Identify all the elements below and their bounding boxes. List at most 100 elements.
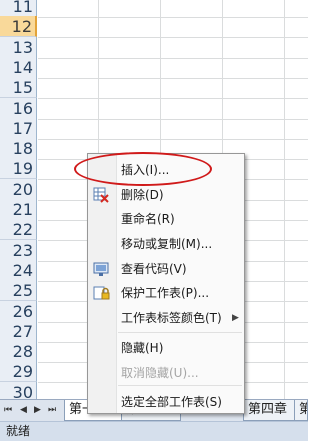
- row-header[interactable]: 27: [0, 320, 37, 342]
- column-gridline: [284, 97, 285, 119]
- column-gridline: [284, 178, 285, 200]
- row-header[interactable]: 29: [0, 361, 37, 383]
- menu-item[interactable]: 查看代码(V): [88, 258, 244, 280]
- next-sheet-nav-icon[interactable]: ▶: [34, 405, 41, 415]
- first-sheet-nav-icon[interactable]: ⏮: [4, 405, 12, 415]
- protect-sheet-icon: [93, 285, 110, 301]
- column-gridline: [98, 36, 99, 58]
- column-gridline: [284, 56, 285, 78]
- row-cells[interactable]: [38, 97, 308, 120]
- menu-item-label: 删除(D): [121, 188, 164, 202]
- row-header[interactable]: 16: [0, 97, 37, 119]
- status-bar: 就绪: [0, 421, 308, 441]
- menu-item-label: 查看代码(V): [121, 262, 187, 276]
- column-gridline: [284, 341, 285, 363]
- menu-item-label: 移动或复制(M)...: [121, 237, 213, 251]
- grid-row[interactable]: 12: [0, 16, 308, 39]
- menu-item-label: 选定全部工作表(S): [121, 395, 222, 409]
- row-header[interactable]: 15: [0, 77, 37, 99]
- column-gridline: [284, 300, 285, 322]
- row-header[interactable]: 19: [0, 158, 37, 180]
- row-header[interactable]: 17: [0, 117, 37, 139]
- menu-item[interactable]: 保护工作表(P)...: [88, 282, 244, 304]
- column-gridline: [222, 97, 223, 119]
- column-gridline: [160, 16, 161, 38]
- grid-row[interactable]: 15: [0, 77, 308, 100]
- column-gridline: [160, 77, 161, 99]
- column-gridline: [284, 381, 285, 399]
- row-header[interactable]: 20: [0, 178, 37, 200]
- row-cells[interactable]: [38, 77, 308, 100]
- grid-row[interactable]: 14: [0, 56, 308, 79]
- column-gridline: [98, 97, 99, 119]
- column-gridline: [284, 138, 285, 160]
- menu-separator: [118, 332, 242, 333]
- last-sheet-nav-icon[interactable]: ⏭: [48, 405, 56, 415]
- column-gridline: [98, 16, 99, 38]
- column-gridline: [222, 56, 223, 78]
- row-header[interactable]: 22: [0, 219, 37, 241]
- row-header[interactable]: 14: [0, 56, 37, 78]
- column-gridline: [160, 56, 161, 78]
- sheet-tab[interactable]: 第四章: [243, 400, 295, 421]
- row-header[interactable]: 18: [0, 138, 37, 160]
- column-gridline: [284, 0, 285, 17]
- column-gridline: [160, 0, 161, 17]
- row-cells[interactable]: [38, 16, 308, 39]
- row-cells[interactable]: [38, 56, 308, 79]
- row-header[interactable]: 11: [0, 0, 37, 17]
- column-gridline: [160, 117, 161, 139]
- menu-item[interactable]: 工作表标签颜色(T) ▶: [88, 307, 244, 329]
- column-gridline: [222, 16, 223, 38]
- column-gridline: [284, 158, 285, 180]
- column-gridline: [284, 117, 285, 139]
- menu-item-label: 保护工作表(P)...: [121, 286, 210, 300]
- row-header[interactable]: 28: [0, 341, 37, 363]
- menu-item-label: 隐藏(H): [121, 341, 164, 355]
- prev-sheet-nav-icon[interactable]: ◀: [20, 405, 27, 415]
- sheet-tab[interactable]: 第: [294, 400, 308, 421]
- menu-item-label: 重命名(R): [121, 212, 175, 226]
- column-gridline: [222, 36, 223, 58]
- grid-row[interactable]: 17: [0, 117, 308, 140]
- row-header[interactable]: 13: [0, 36, 37, 58]
- column-gridline: [284, 259, 285, 281]
- row-header[interactable]: 24: [0, 259, 37, 281]
- row-header[interactable]: 21: [0, 199, 37, 220]
- menu-item[interactable]: 选定全部工作表(S): [88, 391, 244, 413]
- sheet-context-menu: 插入(I)... 删除(D) 重命名(R) 移动或复制(M)... 查看代码(V) 保护工…: [87, 153, 245, 414]
- row-header[interactable]: 12: [0, 16, 37, 38]
- submenu-arrow-icon: ▶: [232, 313, 239, 323]
- menu-item[interactable]: 删除(D): [88, 184, 244, 206]
- column-gridline: [284, 320, 285, 342]
- annotation-ellipse: [74, 152, 212, 186]
- menu-item[interactable]: 取消隐藏(U)...: [88, 362, 244, 384]
- column-gridline: [98, 117, 99, 139]
- column-gridline: [284, 280, 285, 302]
- column-gridline: [222, 117, 223, 139]
- column-gridline: [284, 361, 285, 383]
- row-header[interactable]: 26: [0, 300, 37, 322]
- row-cells[interactable]: [38, 0, 308, 18]
- grid-row[interactable]: 13: [0, 36, 308, 59]
- grid-row[interactable]: 11: [0, 0, 308, 18]
- column-gridline: [284, 16, 285, 38]
- column-gridline: [284, 219, 285, 241]
- row-cells[interactable]: [38, 36, 308, 59]
- column-gridline: [98, 56, 99, 78]
- delete-sheet-icon: [93, 187, 110, 203]
- row-header[interactable]: 23: [0, 239, 37, 261]
- menu-item[interactable]: 移动或复制(M)...: [88, 233, 244, 255]
- menu-item[interactable]: 隐藏(H): [88, 337, 244, 359]
- column-gridline: [160, 36, 161, 58]
- column-gridline: [98, 77, 99, 99]
- column-gridline: [284, 239, 285, 261]
- column-gridline: [222, 0, 223, 17]
- menu-item[interactable]: 重命名(R): [88, 208, 244, 230]
- row-cells[interactable]: [38, 117, 308, 140]
- column-gridline: [222, 77, 223, 99]
- menu-separator: [118, 385, 242, 386]
- row-header[interactable]: 25: [0, 280, 37, 302]
- row-header[interactable]: 30: [0, 381, 37, 399]
- grid-row[interactable]: 16: [0, 97, 308, 120]
